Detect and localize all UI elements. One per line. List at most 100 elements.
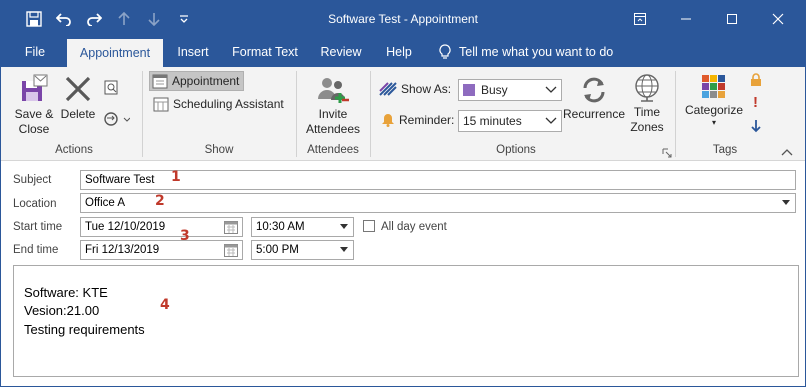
group-label-show: Show	[204, 144, 234, 156]
chevron-down-icon[interactable]	[337, 218, 351, 236]
start-date-value: Tue 12/10/2019	[85, 221, 166, 233]
start-time-field[interactable]: 10:30 AM	[251, 217, 354, 237]
callout-number: 2	[155, 193, 165, 209]
tab-file[interactable]: File	[15, 37, 55, 67]
group-label-options: Options	[496, 144, 536, 156]
close-icon[interactable]	[755, 1, 801, 37]
categorize-button[interactable]: Categorize ▾	[681, 73, 747, 128]
body-line: Vesion:21.00	[24, 303, 100, 318]
start-time-label: Start time	[13, 221, 63, 233]
tab-help[interactable]: Help	[377, 37, 421, 67]
high-importance-icon[interactable]: !	[753, 95, 758, 111]
lightbulb-icon	[439, 44, 451, 59]
separator	[675, 71, 676, 157]
invite-attendees-icon	[318, 78, 349, 103]
reminder-label-row: Reminder:	[381, 110, 454, 130]
calendar-icon[interactable]	[220, 241, 242, 259]
all-day-label: All day event	[381, 221, 447, 233]
message-body[interactable]: Software: KTE Vesion:21.00 Testing requi…	[13, 265, 799, 377]
scheduling-assistant-button[interactable]: Scheduling Assistant	[153, 94, 284, 114]
appointment-window: Software Test - Appointment File Appoint…	[0, 0, 806, 387]
start-time-value: 10:30 AM	[256, 221, 305, 233]
ribbon-tabs: File Appointment Insert Format Text Revi…	[1, 37, 805, 67]
recurrence-label: Recurrence	[563, 107, 626, 121]
separator	[142, 71, 143, 157]
location-value: Office A	[85, 197, 126, 209]
chevron-down-icon[interactable]	[337, 241, 351, 259]
end-time-field[interactable]: 5:00 PM	[251, 240, 354, 260]
all-day-checkbox[interactable]	[363, 220, 375, 232]
tab-appointment[interactable]: Appointment	[67, 39, 163, 67]
separator	[370, 71, 371, 157]
body-line: Testing requirements	[24, 322, 145, 337]
maximize-icon[interactable]	[709, 1, 755, 37]
end-time-label: End time	[13, 244, 59, 256]
save-close-icon	[22, 74, 48, 101]
calendar-icon[interactable]	[220, 218, 242, 236]
subject-label: Subject	[13, 174, 52, 186]
save-close-label-1: Save &	[14, 107, 54, 121]
subject-value: Software Test	[85, 174, 155, 186]
invite-label-2: Attendees	[305, 122, 361, 136]
group-label-attendees: Attendees	[307, 144, 359, 156]
options-dialog-launcher-icon[interactable]	[662, 147, 672, 158]
end-date-value: Fri 12/13/2019	[85, 244, 160, 256]
reminder-label: Reminder:	[399, 113, 455, 127]
scheduling-assistant-label: Scheduling Assistant	[173, 97, 284, 111]
location-field[interactable]: Office A	[80, 193, 796, 213]
chevron-down-icon[interactable]	[779, 194, 793, 212]
find-icon	[104, 80, 118, 95]
bell-icon	[382, 114, 394, 127]
recurrence-button[interactable]: Recurrence	[563, 75, 625, 122]
show-as-icon	[379, 82, 397, 96]
time-label-1: Time	[633, 105, 661, 119]
appointment-view-label: Appointment	[172, 74, 240, 88]
forward-icon	[104, 112, 131, 126]
low-importance-icon[interactable]	[750, 119, 762, 136]
body-line: Software: KTE	[24, 285, 108, 300]
chevron-down-icon	[541, 80, 561, 100]
start-date-field[interactable]: Tue 12/10/2019	[80, 217, 243, 237]
show-as-dropdown[interactable]: Busy	[458, 79, 562, 101]
ribbon-display-options-icon[interactable]	[617, 1, 663, 37]
find-button[interactable]	[101, 79, 123, 101]
group-label-actions: Actions	[55, 144, 93, 156]
tab-format-text[interactable]: Format Text	[225, 37, 305, 67]
categorize-icon	[702, 75, 725, 98]
collapse-ribbon-icon[interactable]	[781, 145, 793, 159]
calendar-view-icon	[152, 74, 168, 89]
chevron-down-icon	[541, 111, 561, 131]
title-bar: Software Test - Appointment	[1, 1, 805, 37]
minimize-icon[interactable]	[663, 1, 709, 37]
recurrence-icon	[583, 77, 605, 103]
location-label: Location	[13, 198, 57, 210]
callout-number: 1	[171, 169, 181, 185]
appointment-view-button[interactable]: Appointment	[149, 71, 245, 91]
save-close-button[interactable]: Save & Close	[11, 73, 57, 137]
end-time-value: 5:00 PM	[256, 244, 299, 256]
chevron-down-icon: ▾	[711, 118, 716, 127]
forward-button[interactable]	[101, 109, 131, 131]
delete-x-icon	[65, 76, 91, 102]
show-as-label: Show As:	[401, 82, 452, 96]
delete-button[interactable]: Delete	[59, 73, 97, 122]
ribbon: Save & Close Delete Actions Appointment …	[1, 67, 805, 161]
time-label-2: Zones	[630, 120, 664, 134]
appointment-form: Subject Software Test Location Office A …	[7, 164, 799, 380]
time-zones-button[interactable]: Time Zones	[625, 73, 669, 135]
save-close-label-2: Close	[18, 122, 50, 136]
globe-icon	[635, 74, 659, 102]
tell-me-box[interactable]: Tell me what you want to do	[439, 37, 613, 67]
categorize-label: Categorize	[684, 103, 744, 117]
callout-number: 4	[160, 297, 170, 313]
callout-number: 3	[180, 228, 190, 244]
end-date-field[interactable]: Fri 12/13/2019	[80, 240, 243, 260]
subject-field[interactable]: Software Test	[80, 170, 796, 190]
invite-attendees-button[interactable]: Invite Attendees	[301, 75, 365, 137]
reminder-dropdown[interactable]: 15 minutes	[458, 110, 562, 132]
tab-review[interactable]: Review	[313, 37, 369, 67]
tab-insert[interactable]: Insert	[169, 37, 217, 67]
scheduling-icon	[153, 97, 169, 112]
private-lock-icon[interactable]	[750, 73, 762, 90]
invite-label-1: Invite	[318, 107, 348, 121]
